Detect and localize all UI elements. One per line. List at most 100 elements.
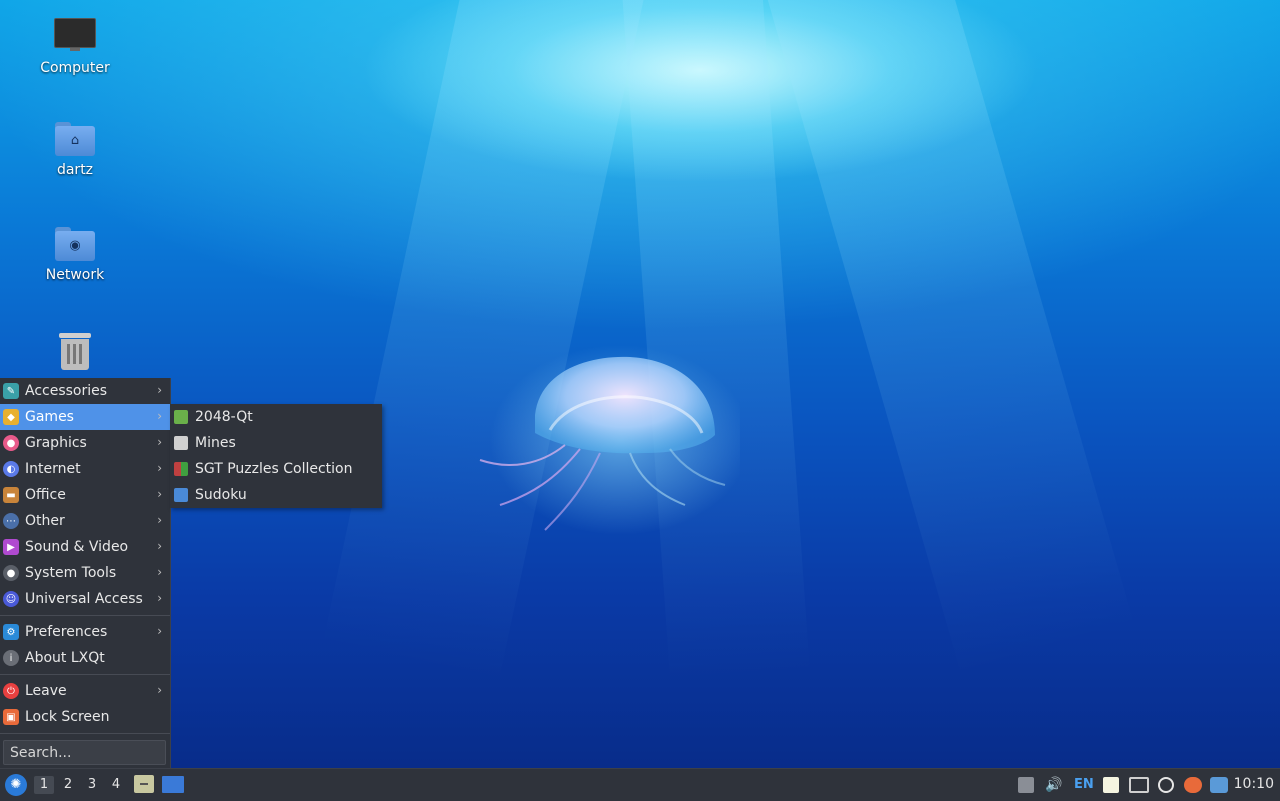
desktop-icon-label: dartz — [56, 162, 94, 178]
menu-item-label: Lock Screen — [25, 709, 110, 725]
clock[interactable]: 10:10 — [1234, 776, 1274, 792]
chevron-right-icon: › — [157, 565, 162, 579]
chevron-right-icon: › — [157, 591, 162, 605]
menu-item-label: Leave — [25, 683, 67, 699]
menu-item-lock-screen[interactable]: ▣ Lock Screen — [0, 704, 170, 730]
desktop-icon-computer[interactable]: Computer — [20, 16, 130, 76]
file-manager-icon — [134, 775, 154, 793]
submenu-item-mines[interactable]: Mines — [170, 430, 382, 456]
network-folder-icon: ◉ — [55, 227, 95, 261]
clipboard-icon[interactable] — [1103, 777, 1119, 793]
chevron-right-icon: › — [157, 409, 162, 423]
chevron-right-icon: › — [157, 435, 162, 449]
menu-item-accessories[interactable]: ✎ Accessories › — [0, 378, 170, 404]
ubuntu-icon[interactable] — [1184, 777, 1202, 793]
lock-icon: ▣ — [3, 709, 19, 725]
keyboard-layout-indicator[interactable]: EN — [1074, 777, 1096, 793]
preferences-icon: ⚙ — [3, 624, 19, 640]
sound-video-icon: ▶ — [3, 539, 19, 555]
menu-item-label: About LXQt — [25, 650, 105, 666]
chevron-right-icon: › — [157, 539, 162, 553]
menu-item-internet[interactable]: ◐ Internet › — [0, 456, 170, 482]
chevron-right-icon: › — [157, 461, 162, 475]
desktop-icon-trash[interactable] — [20, 331, 130, 371]
menu-item-sound-video[interactable]: ▶ Sound & Video › — [0, 534, 170, 560]
chevron-right-icon: › — [157, 683, 162, 697]
main-menu-button[interactable]: ✺ — [5, 774, 27, 796]
menu-search-input[interactable] — [3, 740, 166, 765]
notification-icon[interactable] — [1210, 777, 1228, 793]
menu-item-about-lxqt[interactable]: i About LXQt — [0, 645, 170, 671]
menu-item-label: Accessories — [25, 383, 108, 399]
submenu-item-2048-qt[interactable]: 2048-Qt — [170, 404, 382, 430]
submenu-item-label: 2048-Qt — [195, 409, 253, 425]
chevron-right-icon: › — [157, 624, 162, 638]
other-icon: ⋯ — [3, 513, 19, 529]
chevron-right-icon: › — [157, 383, 162, 397]
menu-item-preferences[interactable]: ⚙ Preferences › — [0, 619, 170, 645]
home-folder-icon: ⌂ — [55, 122, 95, 156]
light-ray — [763, 0, 1135, 677]
puzzles-icon — [174, 462, 188, 476]
workspace-1[interactable]: 1 — [34, 776, 54, 794]
menu-item-label: Graphics — [25, 435, 87, 451]
office-icon: ▬ — [3, 487, 19, 503]
game-2048-icon — [174, 410, 188, 424]
desktop-icon-network[interactable]: ◉ Network — [20, 227, 130, 283]
menu-item-system-tools[interactable]: ● System Tools › — [0, 560, 170, 586]
internet-icon: ◐ — [3, 461, 19, 477]
menu-item-graphics[interactable]: ● Graphics › — [0, 430, 170, 456]
menu-item-games[interactable]: ◆ Games › — [0, 404, 170, 430]
desktop-icon-label: Computer — [40, 60, 110, 76]
menu-separator — [0, 733, 170, 734]
network-icon[interactable] — [1129, 777, 1149, 793]
menu-item-label: Universal Access — [25, 591, 143, 607]
menu-item-leave[interactable]: ⏻ Leave › — [0, 678, 170, 704]
workspace-4[interactable]: 4 — [106, 776, 126, 794]
games-icon: ◆ — [3, 409, 19, 425]
lxqt-logo-icon: ✺ — [10, 777, 22, 792]
submenu-item-label: SGT Puzzles Collection — [195, 461, 353, 477]
submenu-item-label: Mines — [195, 435, 236, 451]
eject-icon[interactable] — [1018, 777, 1034, 793]
menu-item-office[interactable]: ▬ Office › — [0, 482, 170, 508]
volume-icon[interactable]: 🔊 — [1045, 777, 1063, 793]
accessories-icon: ✎ — [3, 383, 19, 399]
chevron-right-icon: › — [157, 513, 162, 527]
jellyfish-image — [479, 345, 740, 535]
universal-access-icon: ☺ — [3, 591, 19, 607]
menu-item-label: System Tools — [25, 565, 117, 581]
file-manager-launcher[interactable] — [134, 775, 154, 793]
menu-item-universal-access[interactable]: ☺ Universal Access › — [0, 586, 170, 612]
menu-item-label: Preferences — [25, 624, 108, 640]
info-icon: i — [3, 650, 19, 666]
menu-item-label: Sound & Video — [25, 539, 129, 555]
power-icon: ⏻ — [3, 683, 19, 699]
system-tools-icon: ● — [3, 565, 19, 581]
submenu-item-label: Sudoku — [195, 487, 247, 503]
menu-item-label: Internet — [25, 461, 81, 477]
application-menu: ✎ Accessories › ◆ Games › ● Graphics › ◐… — [0, 378, 171, 768]
light-ray — [322, 0, 649, 683]
graphics-icon: ● — [3, 435, 19, 451]
light-ray — [620, 0, 811, 684]
games-submenu: 2048-Qt Mines SGT Puzzles Collection Sud… — [170, 404, 382, 508]
trash-icon — [57, 331, 93, 371]
mines-icon — [174, 436, 188, 450]
menu-separator — [0, 615, 170, 616]
desktop-icon-label: Network — [45, 267, 105, 283]
workspace-3[interactable]: 3 — [82, 776, 102, 794]
submenu-item-sudoku[interactable]: Sudoku — [170, 482, 382, 508]
taskbar: ✺ 1 2 3 4 🔊 EN 10:10 — [0, 768, 1280, 801]
submenu-item-sgt-puzzles[interactable]: SGT Puzzles Collection — [170, 456, 382, 482]
sudoku-icon — [174, 488, 188, 502]
chevron-right-icon: › — [157, 487, 162, 501]
menu-separator — [0, 674, 170, 675]
menu-item-other[interactable]: ⋯ Other › — [0, 508, 170, 534]
desktop-background: Computer ⌂ dartz ◉ Network — [0, 0, 1280, 768]
workspace-2[interactable]: 2 — [58, 776, 78, 794]
menu-item-label: Games — [25, 409, 74, 425]
desktop-icon-dartz[interactable]: ⌂ dartz — [20, 122, 130, 178]
update-manager-icon[interactable] — [1158, 777, 1174, 793]
show-desktop-button[interactable] — [162, 776, 184, 793]
